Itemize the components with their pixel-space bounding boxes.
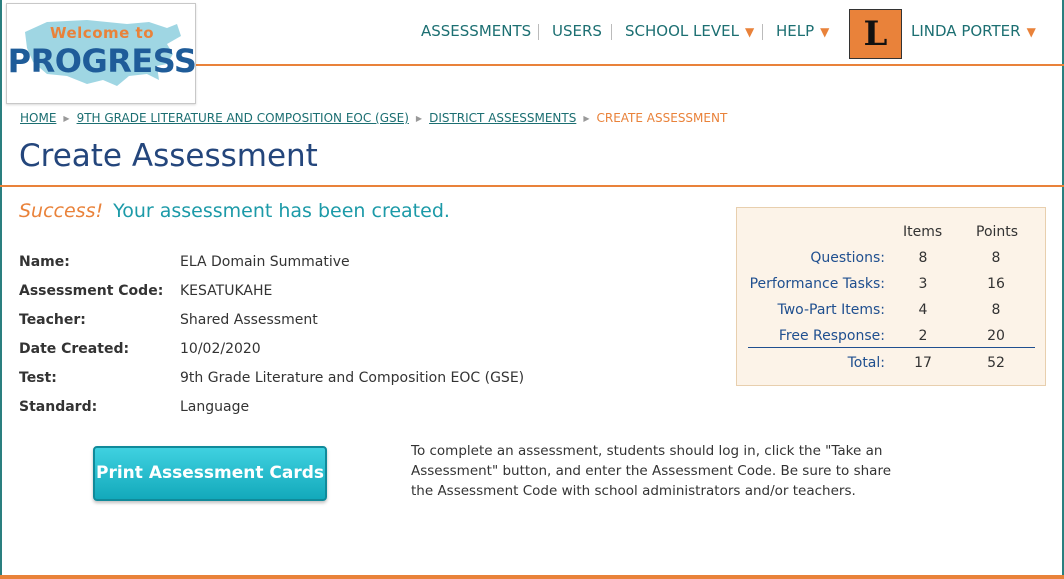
nav-user-menu[interactable]: LINDA PORTER ▼ [911, 22, 1036, 40]
title-divider [0, 185, 1064, 187]
logo-brand-text: PROGRESS [7, 42, 197, 80]
caret-down-icon: ▼ [1026, 25, 1036, 39]
caret-down-icon: ▼ [744, 25, 755, 39]
logo-welcome-text: Welcome to [49, 24, 155, 42]
user-name: LINDA PORTER [911, 22, 1021, 40]
chevron-right-icon: ▶ [583, 114, 590, 123]
user-avatar[interactable]: L [849, 9, 902, 59]
nav-assessments[interactable]: ASSESSMENTS [421, 22, 531, 40]
summary-items-value: 8 [918, 250, 928, 266]
breadcrumb-district-assessments[interactable]: DISTRICT ASSESSMENTS [429, 111, 576, 125]
detail-label: Teacher: [19, 312, 86, 328]
detail-label: Assessment Code: [19, 283, 164, 299]
success-word: Success! [19, 200, 104, 222]
detail-value: KESATUKAHE [180, 283, 273, 299]
nav-separator [538, 24, 539, 40]
summary-points-value: 8 [991, 302, 1001, 318]
detail-value: Shared Assessment [180, 312, 318, 328]
nav-help-label: HELP [776, 22, 815, 40]
nav-help[interactable]: HELP ▼ [776, 22, 829, 40]
detail-value: 9th Grade Literature and Composition EOC… [180, 370, 525, 386]
nav-separator [611, 24, 612, 40]
nav-users[interactable]: USERS [552, 22, 602, 40]
instructions-text: To complete an assessment, students shou… [411, 443, 892, 499]
detail-label: Date Created: [19, 341, 130, 357]
summary-points-value: 8 [991, 250, 1001, 266]
detail-label: Name: [19, 254, 70, 270]
success-message: Success! Your assessment has been created… [19, 200, 450, 222]
breadcrumb-course[interactable]: 9TH GRADE LITERATURE AND COMPOSITION EOC… [77, 111, 409, 125]
print-assessment-cards-button[interactable]: Print Assessment Cards [93, 446, 327, 501]
detail-value: 10/02/2020 [180, 341, 261, 357]
nav-school-level[interactable]: SCHOOL LEVEL ▼ [625, 22, 754, 40]
summary-total-divider [748, 347, 1035, 348]
site-logo[interactable]: Welcome to PROGRESS [6, 3, 197, 104]
summary-items-value: 4 [918, 302, 928, 318]
page-frame-bottom [0, 575, 1064, 579]
summary-points-value: 16 [987, 276, 1005, 292]
breadcrumb: HOME ▶ 9TH GRADE LITERATURE AND COMPOSITIO… [20, 111, 727, 125]
summary-total-label: Total: [847, 355, 885, 371]
chevron-right-icon: ▶ [63, 114, 70, 123]
breadcrumb-current: CREATE ASSESSMENT [596, 111, 728, 125]
caret-down-icon: ▼ [820, 25, 830, 39]
summary-total-items: 17 [914, 355, 932, 371]
detail-value: ELA Domain Summative [180, 254, 350, 270]
column-header-items: Items [903, 224, 943, 240]
detail-value: Language [180, 399, 250, 415]
summary-items-value: 3 [918, 276, 928, 292]
summary-total-points: 52 [987, 355, 1005, 371]
summary-row-label: Performance Tasks: [749, 276, 885, 292]
column-header-points: Points [976, 224, 1019, 240]
header-divider [195, 64, 1064, 66]
avatar-initial: L [863, 14, 888, 54]
page-title: Create Assessment [19, 138, 318, 174]
nav-school-level-label: SCHOOL LEVEL [625, 22, 739, 40]
breadcrumb-home[interactable]: HOME [20, 111, 56, 125]
summary-row-label: Two-Part Items: [777, 302, 885, 318]
success-text: Your assessment has been created. [113, 200, 450, 222]
summary-row-label: Questions: [810, 250, 885, 266]
nav-separator [762, 24, 763, 40]
detail-label: Test: [19, 370, 57, 386]
summary-points-value: 20 [987, 328, 1005, 344]
summary-items-value: 2 [918, 328, 928, 344]
summary-row-label: Free Response: [778, 328, 885, 344]
assessment-summary-table: Items Points Questions: 8 8 Performance … [736, 207, 1046, 386]
page-frame-left [0, 0, 2, 579]
chevron-right-icon: ▶ [415, 114, 423, 123]
detail-label: Standard: [19, 399, 98, 415]
